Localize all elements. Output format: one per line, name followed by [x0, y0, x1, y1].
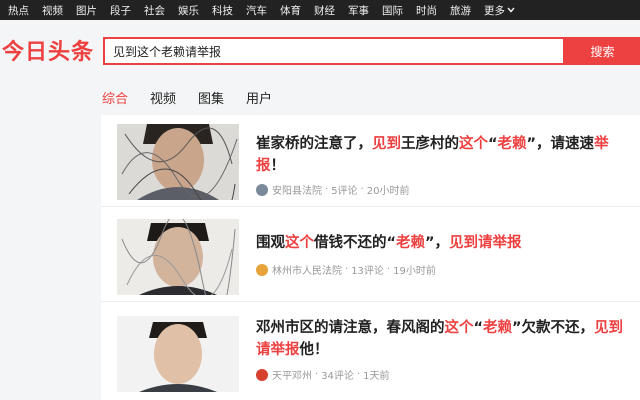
result-item: 崔家桥的注意了，见到王彦村的这个“老赖”，请速速举报！ 安阳县法院 · 5评论 …: [101, 115, 640, 207]
top-nav-bar: 热点 视频 图片 段子 社会 娱乐 科技 汽车 体育 财经 军事 国际 时尚 旅…: [0, 0, 640, 20]
result-source[interactable]: 林州市人民法院: [272, 262, 342, 277]
nav-item-military[interactable]: 军事: [348, 3, 369, 18]
nav-item-more[interactable]: 更多: [484, 3, 515, 18]
nav-item-images[interactable]: 图片: [76, 3, 97, 18]
nav-item-fashion[interactable]: 时尚: [416, 3, 437, 18]
result-meta: 林州市人民法院 · 13评论 · 19小时前: [256, 262, 436, 277]
chevron-down-icon: [507, 7, 515, 13]
search-input[interactable]: [113, 44, 563, 58]
search-box: [103, 37, 565, 65]
tab-video[interactable]: 视频: [150, 88, 176, 107]
result-title[interactable]: 围观这个借钱不还的“老赖”，见到请举报: [256, 232, 636, 254]
result-comments[interactable]: 13评论: [351, 262, 384, 277]
tab-gallery[interactable]: 图集: [198, 88, 224, 107]
result-title[interactable]: 邓州市区的请注意，春风阁的这个“老赖”欠款不还，见到请举报他！: [256, 317, 636, 361]
nav-item-auto[interactable]: 汽车: [246, 3, 267, 18]
source-avatar-icon: [256, 183, 268, 196]
source-emblem-icon: [256, 368, 268, 381]
court-emblem-icon: [256, 263, 268, 276]
result-source[interactable]: 安阳县法院: [272, 182, 322, 197]
result-time: 19小时前: [393, 266, 436, 277]
nav-item-entertainment[interactable]: 娱乐: [178, 3, 199, 18]
result-thumbnail[interactable]: [117, 316, 239, 392]
result-title[interactable]: 崔家桥的注意了，见到王彦村的这个“老赖”，请速速举报！: [256, 133, 636, 177]
nav-item-society[interactable]: 社会: [144, 3, 165, 18]
result-thumbnail[interactable]: [117, 124, 239, 200]
meta-separator: ·: [360, 184, 364, 195]
result-meta: 安阳县法院 · 5评论 · 20小时前: [256, 182, 409, 197]
nav-item-jokes[interactable]: 段子: [110, 3, 131, 18]
result-tabs: 综合 视频 图集 用户: [102, 88, 294, 107]
nav-item-finance[interactable]: 财经: [314, 3, 335, 18]
nav-item-sports[interactable]: 体育: [280, 3, 301, 18]
nav-item-travel[interactable]: 旅游: [450, 3, 471, 18]
result-source[interactable]: 天平邓州: [272, 367, 312, 382]
result-time: 20小时前: [366, 186, 410, 197]
meta-separator: ·: [345, 264, 349, 275]
search-button[interactable]: 搜索: [565, 37, 640, 65]
result-item: 围观这个借钱不还的“老赖”，见到请举报 林州市人民法院 · 13评论 · 19小…: [101, 210, 640, 302]
result-time: 1天前: [363, 371, 390, 382]
search-results: 崔家桥的注意了，见到王彦村的这个“老赖”，请速速举报！ 安阳县法院 · 5评论 …: [101, 115, 640, 400]
meta-separator: ·: [315, 369, 319, 380]
meta-separator: ·: [356, 369, 361, 380]
nav-item-tech[interactable]: 科技: [212, 3, 233, 18]
tab-users[interactable]: 用户: [246, 88, 272, 107]
tab-all[interactable]: 综合: [102, 88, 128, 107]
meta-separator: ·: [386, 264, 391, 275]
nav-more-label: 更多: [484, 4, 505, 17]
site-logo[interactable]: 今日头条: [2, 34, 94, 66]
result-comments[interactable]: 5评论: [331, 182, 357, 197]
nav-item-video[interactable]: 视频: [42, 3, 63, 18]
nav-item-hot[interactable]: 热点: [8, 3, 29, 18]
result-thumbnail[interactable]: [117, 219, 239, 295]
result-item: 邓州市区的请注意，春风阁的这个“老赖”欠款不还，见到请举报他！ 天平邓州 · 3…: [101, 307, 640, 399]
result-meta: 天平邓州 · 34评论 · 1天前: [256, 367, 389, 382]
nav-item-international[interactable]: 国际: [382, 3, 403, 18]
result-comments[interactable]: 34评论: [321, 367, 354, 382]
meta-separator: ·: [325, 184, 329, 195]
